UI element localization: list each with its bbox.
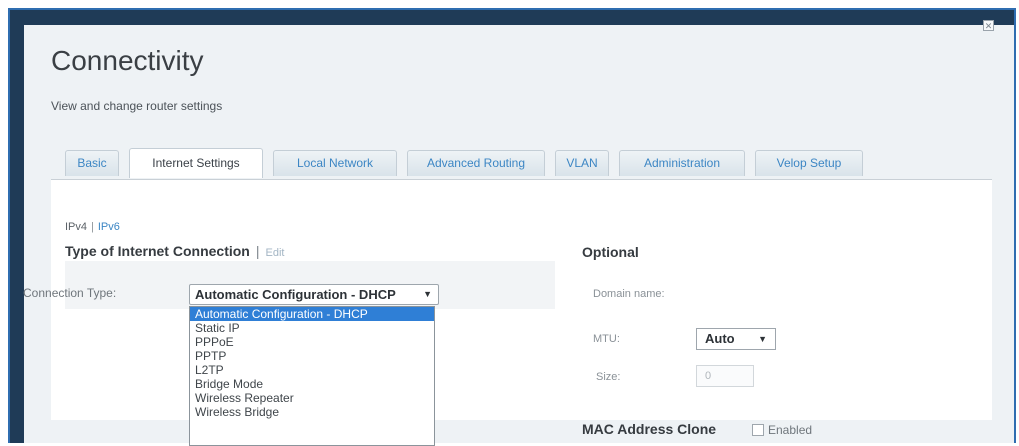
- page-title: Connectivity: [51, 45, 204, 76]
- mac-clone-enabled-label: Enabled: [768, 423, 813, 437]
- connection-type-heading: Type of Internet Connection | Edit: [65, 243, 284, 259]
- mtu-label: MTU:: [593, 333, 620, 345]
- ipv4-link[interactable]: IPv4: [65, 221, 87, 233]
- edit-link[interactable]: Edit: [266, 247, 285, 259]
- mtu-arrow-icon: ▼: [758, 334, 767, 344]
- tab-vlan[interactable]: VLAN: [555, 150, 609, 176]
- connection-type-value: Automatic Configuration - DHCP: [195, 287, 396, 302]
- connection-type-select[interactable]: Automatic Configuration - DHCP ▼: [189, 284, 439, 305]
- tab-velop-setup[interactable]: Velop Setup: [755, 150, 863, 176]
- tab-administration[interactable]: Administration: [619, 150, 745, 176]
- mac-clone-checkbox[interactable]: [752, 424, 764, 436]
- option-static-ip[interactable]: Static IP: [190, 321, 434, 335]
- option-wireless-bridge[interactable]: Wireless Bridge: [190, 405, 434, 419]
- option-pppoe[interactable]: PPPoE: [190, 335, 434, 349]
- domain-name-label: Domain name:: [593, 288, 665, 300]
- page-subtitle: View and change router settings: [51, 99, 223, 113]
- mtu-value: Auto: [705, 331, 735, 346]
- option-dhcp[interactable]: Automatic Configuration - DHCP: [190, 307, 434, 321]
- close-icon[interactable]: ✕: [983, 20, 994, 31]
- tab-internet-settings[interactable]: Internet Settings: [129, 148, 263, 178]
- tab-basic[interactable]: Basic: [65, 150, 119, 176]
- optional-heading: Optional: [582, 244, 639, 260]
- dropdown-arrow-icon: ▼: [423, 289, 432, 299]
- option-wireless-repeater[interactable]: Wireless Repeater: [190, 391, 434, 405]
- size-label: Size:: [596, 371, 621, 383]
- connection-type-dropdown[interactable]: Automatic Configuration - DHCP Static IP…: [189, 306, 435, 446]
- heading-separator: |: [255, 243, 260, 259]
- tab-local-network[interactable]: Local Network: [273, 150, 397, 176]
- option-bridge-mode[interactable]: Bridge Mode: [190, 377, 434, 391]
- tab-bar: Basic Internet Settings Local Network Ad…: [51, 147, 992, 180]
- mac-clone-heading: MAC Address Clone: [582, 421, 717, 437]
- mtu-select[interactable]: Auto ▼: [696, 328, 776, 350]
- size-input[interactable]: 0: [696, 365, 754, 387]
- option-pptp[interactable]: PPTP: [190, 349, 434, 363]
- ip-separator: |: [91, 221, 94, 233]
- tab-advanced-routing[interactable]: Advanced Routing: [407, 150, 545, 176]
- ipv6-link[interactable]: IPv6: [98, 221, 120, 233]
- option-l2tp[interactable]: L2TP: [190, 363, 434, 377]
- ip-version-switch: IPv4 | IPv6: [65, 221, 120, 233]
- connection-type-label: Connection Type:: [23, 286, 117, 300]
- connection-heading-text: Type of Internet Connection: [65, 243, 250, 259]
